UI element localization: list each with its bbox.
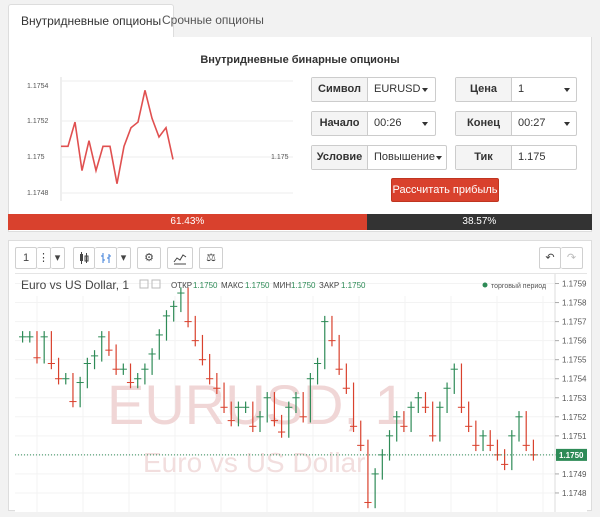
calculate-profit-button[interactable]: Рассчитать прибыль	[391, 178, 499, 202]
high-label: МАКС	[221, 281, 244, 290]
price-axis-label: 1.1751	[562, 432, 587, 441]
mini-right-label: 1.175	[271, 154, 289, 161]
interval-button[interactable]: 1	[15, 247, 37, 269]
redo-icon[interactable]: ↷	[561, 247, 583, 269]
option-panel: Внутридневные бинарные опционы 1.1754 1.…	[8, 37, 592, 232]
symbol-value: EURUSD	[374, 83, 421, 95]
tick-field[interactable]: Тик 1.175	[455, 145, 577, 170]
open-value: 1.1750	[193, 281, 218, 290]
chevron-down-icon	[436, 156, 442, 160]
price-value: 1	[518, 83, 525, 95]
high-value: 1.1750	[245, 281, 270, 290]
tick-label: Тик	[456, 146, 512, 169]
up-percentage: 61.43%	[8, 214, 367, 230]
down-percentage: 38.57%	[366, 214, 592, 230]
chevron-down-icon	[564, 122, 570, 126]
price-axis-label: 1.1748	[562, 489, 587, 498]
price-chart-svg: EURUSD, 1 Euro vs US Dollar 1.17591.1758…	[15, 274, 587, 512]
condition-label: Условие	[312, 146, 368, 169]
price-axis-label: 1.1752	[562, 413, 587, 422]
symbol-legend: Euro vs US Dollar, 1	[21, 278, 129, 292]
more-vertical-icon[interactable]: ⋮	[37, 247, 51, 269]
price-axis-label: 1.1756	[562, 337, 587, 346]
start-time-select[interactable]: Начало 00:26	[311, 111, 436, 136]
price-axis-label: 1.1754	[562, 375, 587, 384]
mini-y-tick: 1.1752	[27, 118, 49, 125]
low-label: МИН	[273, 281, 291, 290]
chart-toolbar: 1 ⋮ ▾ ▾ ⚙ ⚖ ↶ ↷	[9, 241, 591, 273]
symbol-label: Символ	[312, 78, 368, 101]
price-label: Цена	[456, 78, 512, 101]
price-axis-label: 1.1755	[562, 356, 587, 365]
mini-y-tick: 1.1754	[27, 83, 49, 90]
chevron-down-icon[interactable]: ▾	[51, 247, 65, 269]
current-price-label: 1.1750	[559, 451, 584, 460]
chevron-down-icon	[422, 88, 428, 92]
session-label: торговый период	[491, 282, 546, 290]
watermark-name: Euro vs US Dollar	[143, 447, 366, 478]
tick-value: 1.175	[518, 151, 546, 163]
symbol-select[interactable]: Символ EURUSD	[311, 77, 436, 102]
mini-y-tick: 1.175	[27, 154, 45, 161]
price-axis-label: 1.1757	[562, 318, 587, 327]
chevron-down-icon[interactable]: ▾	[117, 247, 131, 269]
candlestick-icon[interactable]	[73, 247, 95, 269]
tab-term-options[interactable]: Срочные опционы	[150, 4, 276, 38]
close-value: 1.1750	[341, 281, 366, 290]
condition-value: Повышение	[374, 151, 436, 163]
mini-price-chart: 1.1754 1.1752 1.175 1.1748 1.175	[23, 77, 299, 201]
gear-icon[interactable]: ⚙	[137, 247, 161, 269]
end-label: Конец	[456, 112, 512, 135]
price-axis-label: 1.1753	[562, 394, 587, 403]
sentiment-bar: 61.43% 38.57%	[8, 214, 592, 230]
close-label: ЗАКР	[319, 281, 339, 290]
open-label: ОТКР	[171, 281, 192, 290]
mini-y-tick: 1.1748	[27, 190, 49, 197]
indicators-icon[interactable]	[167, 247, 193, 269]
chevron-down-icon	[564, 88, 570, 92]
condition-select[interactable]: Условие Повышение	[311, 145, 447, 170]
session-dot-icon	[482, 282, 488, 288]
price-axis-label: 1.1758	[562, 299, 587, 308]
end-time-select[interactable]: Конец 00:27	[455, 111, 577, 136]
chevron-down-icon	[422, 122, 428, 126]
start-value: 00:26	[374, 117, 402, 129]
low-value: 1.1750	[291, 281, 316, 290]
compare-scale-icon[interactable]: ⚖	[199, 247, 223, 269]
chart-plot-area[interactable]: EURUSD, 1 Euro vs US Dollar 1.1759 1.1758…	[15, 273, 587, 512]
price-axis-label: 1.1749	[562, 470, 587, 479]
undo-icon[interactable]: ↶	[539, 247, 561, 269]
start-label: Начало	[312, 112, 368, 135]
option-type-tabs: Внутридневные опционы Срочные опционы	[8, 0, 592, 38]
price-select[interactable]: Цена 1	[455, 77, 577, 102]
trading-chart: 1 ⋮ ▾ ▾ ⚙ ⚖ ↶ ↷ EURUSD, 1 Euro vs US Dol…	[8, 240, 592, 512]
bar-chart-type-icon[interactable]	[95, 247, 117, 269]
end-value: 00:27	[518, 117, 546, 129]
price-axis-label: 1.1759	[562, 280, 587, 289]
panel-title: Внутридневные бинарные опционы	[200, 54, 400, 66]
